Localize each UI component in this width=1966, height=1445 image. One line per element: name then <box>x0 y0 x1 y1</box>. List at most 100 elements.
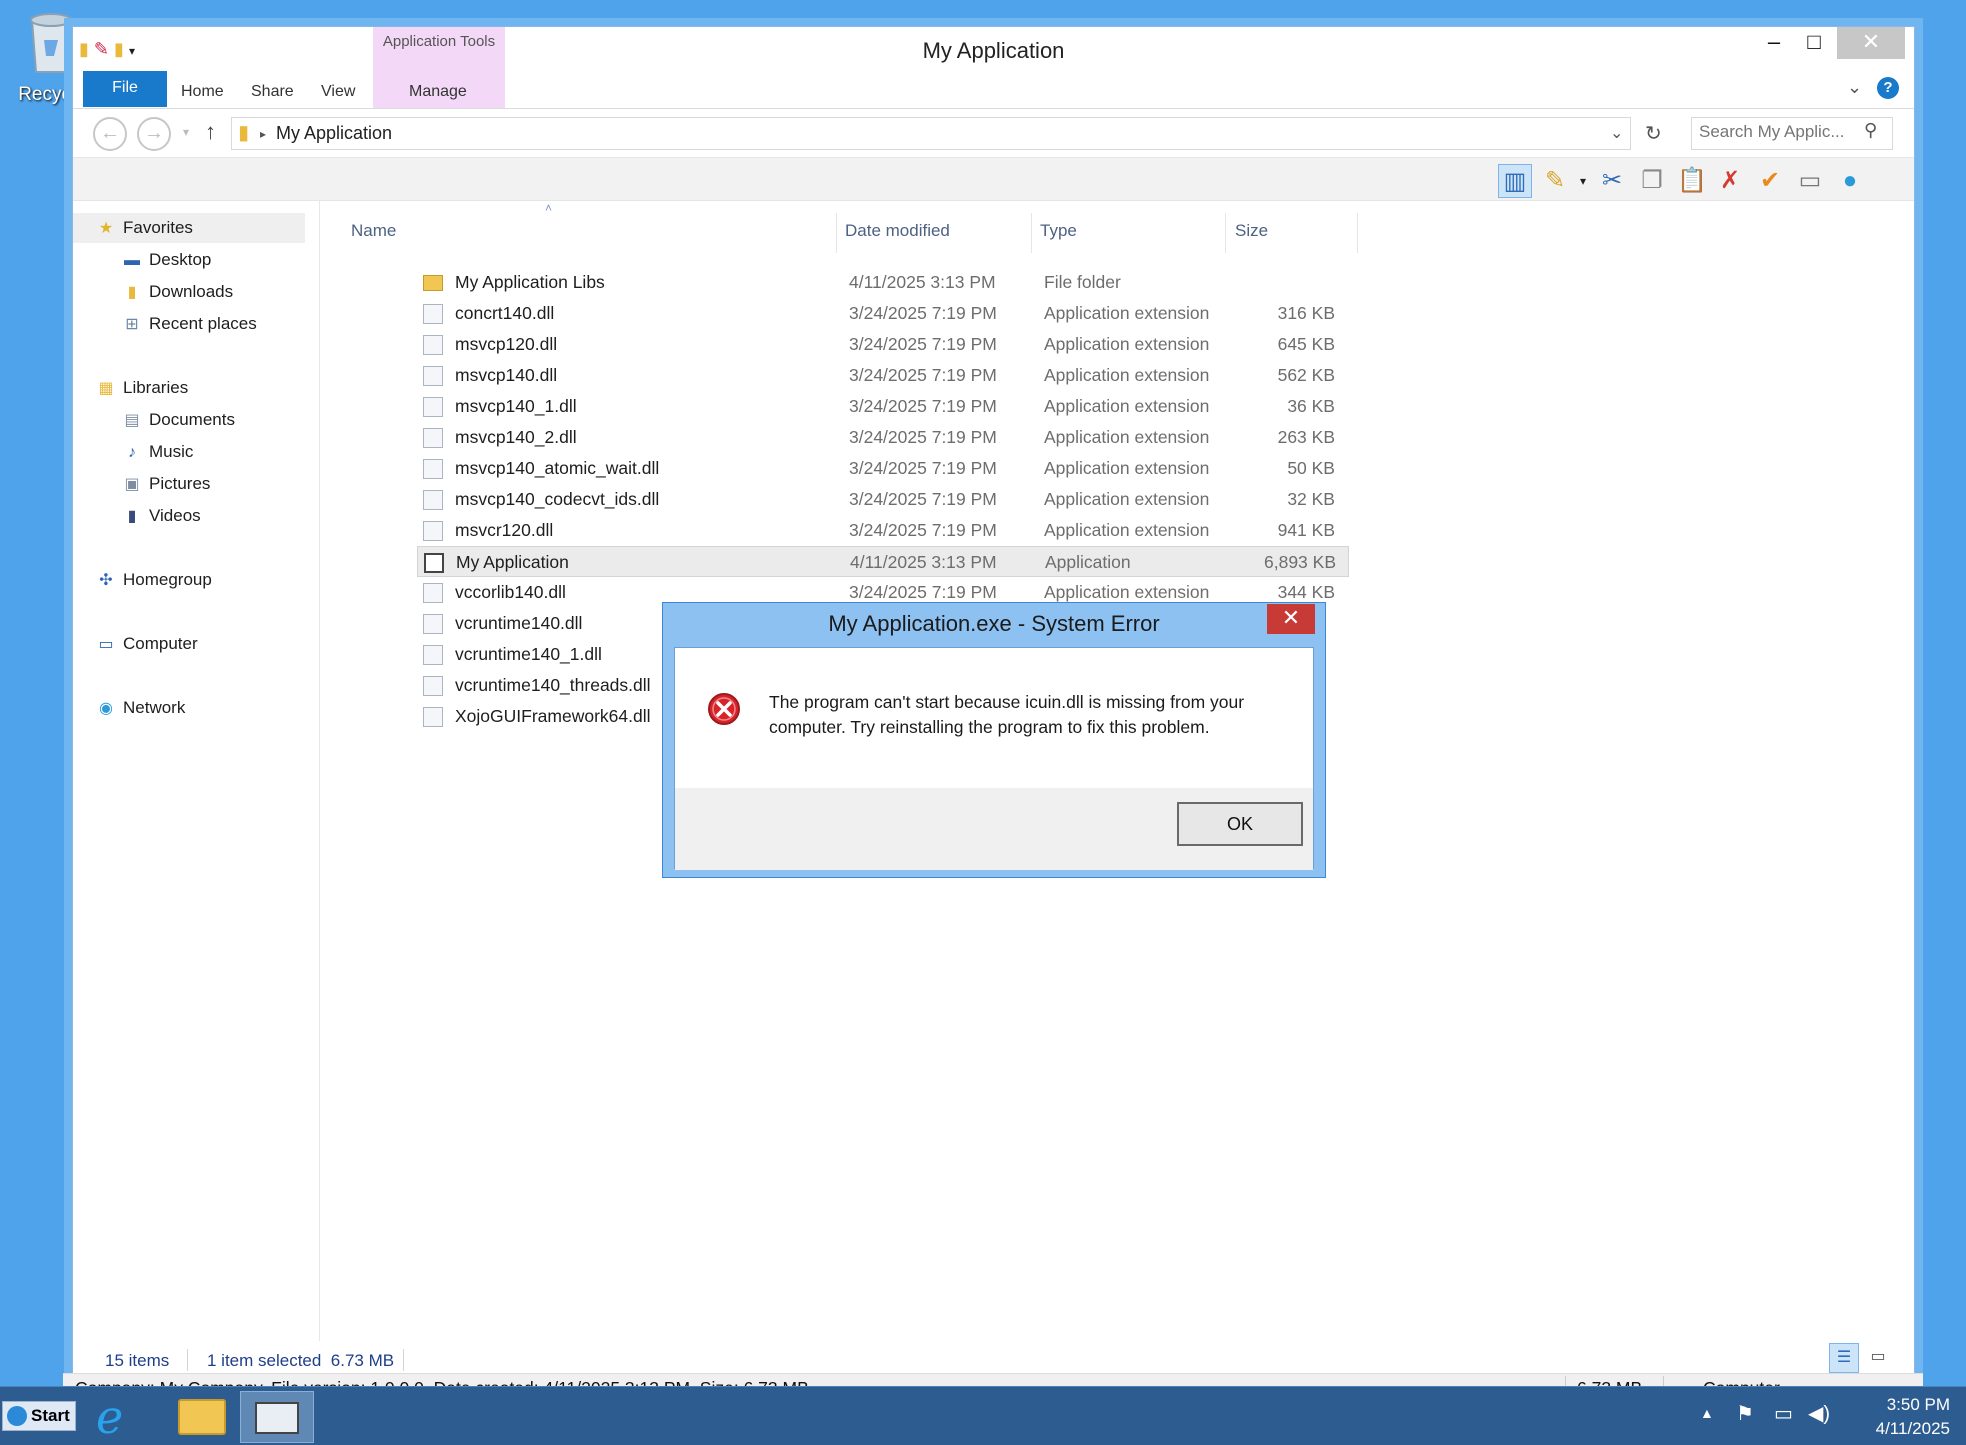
nav-favorites-label: Favorites <box>123 218 193 237</box>
volume-icon[interactable]: ◀) <box>1808 1401 1830 1426</box>
tab-manage[interactable]: Manage <box>409 71 467 107</box>
nav-homegroup[interactable]: ✣ Homegroup <box>95 566 212 594</box>
show-hidden-icons-icon[interactable]: ▲ <box>1700 1405 1714 1421</box>
dll-file-icon <box>423 428 443 448</box>
table-row[interactable]: msvcp140_2.dll 3/24/2025 7:19 PM Applicati… <box>417 422 1349 453</box>
table-row[interactable]: msvcp140_codecvt_ids.dll 3/24/2025 7:19 P… <box>417 484 1349 515</box>
file-name: vcruntime140_threads.dll <box>455 675 651 695</box>
file-date: 3/24/2025 7:19 PM <box>849 303 997 323</box>
folder-icon: ▮ <box>238 122 250 144</box>
copy-icon[interactable]: ❐ <box>1635 164 1669 198</box>
help-icon[interactable]: ? <box>1877 77 1899 99</box>
maximize-button[interactable]: □ <box>1785 27 1843 59</box>
dll-file-icon <box>423 676 443 696</box>
file-name: vcruntime140.dll <box>455 613 583 633</box>
column-header-type[interactable]: Type <box>1040 217 1077 245</box>
up-button[interactable]: ↑ <box>205 119 216 145</box>
internet-explorer-taskbar-button[interactable]: e <box>84 1391 158 1443</box>
my-application-taskbar-button[interactable] <box>240 1391 314 1443</box>
properties-icon[interactable]: ▭ <box>1793 164 1827 198</box>
file-date: 4/11/2025 3:13 PM <box>850 552 997 572</box>
table-row[interactable]: concrt140.dll 3/24/2025 7:19 PM Applicatio… <box>417 298 1349 329</box>
column-divider[interactable] <box>1225 213 1226 253</box>
network-globe-icon[interactable]: ● <box>1833 164 1867 198</box>
details-view-icon[interactable]: ☰ <box>1829 1343 1859 1373</box>
tab-file[interactable]: File <box>83 71 167 107</box>
column-divider[interactable] <box>1357 213 1358 253</box>
cut-icon[interactable]: ✂ <box>1595 164 1629 198</box>
table-row[interactable]: msvcp140_1.dll 3/24/2025 7:19 PM Applicati… <box>417 391 1349 422</box>
column-header-name[interactable]: Name <box>351 217 396 245</box>
tab-home[interactable]: Home <box>181 71 224 107</box>
dll-file-icon <box>423 304 443 324</box>
nav-videos-label: Videos <box>149 506 201 525</box>
recent-locations-icon[interactable]: ▾ <box>183 125 189 139</box>
nav-desktop[interactable]: ▬ Desktop <box>121 246 211 274</box>
breadcrumb-chevron-icon[interactable]: ▸ <box>260 119 266 149</box>
preview-pane-icon[interactable]: ▥ <box>1498 164 1532 198</box>
table-row[interactable]: My Application 4/11/2025 3:13 PM Applicati… <box>417 546 1349 577</box>
nav-music[interactable]: ♪ Music <box>121 438 193 466</box>
tab-share[interactable]: Share <box>251 71 294 107</box>
nav-favorites[interactable]: ★ Favorites <box>95 214 193 242</box>
column-header-date[interactable]: Date modified <box>845 217 950 245</box>
nav-downloads[interactable]: ▮ Downloads <box>121 278 234 306</box>
dll-file-icon <box>423 614 443 634</box>
nav-pictures[interactable]: ▣ Pictures <box>121 470 210 498</box>
nav-documents-label: Documents <box>149 410 235 429</box>
refresh-icon[interactable]: ↻ <box>1645 121 1662 146</box>
network-status-icon[interactable]: ▭ <box>1774 1401 1793 1426</box>
file-size: 263 KB <box>1277 427 1335 447</box>
dll-file-icon <box>423 583 443 603</box>
dialog-close-button[interactable]: ✕ <box>1267 604 1315 634</box>
file-size: 50 KB <box>1287 458 1335 478</box>
start-button[interactable]: Start <box>2 1401 76 1431</box>
column-header-size[interactable]: Size <box>1235 217 1268 245</box>
file-name: msvcp120.dll <box>455 334 558 354</box>
search-box[interactable]: ⚲ <box>1691 117 1893 150</box>
table-row[interactable]: msvcp140_atomic_wait.dll 3/24/2025 7:19 P… <box>417 453 1349 484</box>
dialog-title[interactable]: My Application.exe - System Error <box>663 603 1325 647</box>
nav-documents[interactable]: ▤ Documents <box>121 406 235 434</box>
nav-computer[interactable]: ▭ Computer <box>95 630 197 658</box>
table-row[interactable]: msvcp120.dll 3/24/2025 7:19 PM Application… <box>417 329 1349 360</box>
breadcrumb[interactable]: My Application <box>276 118 392 149</box>
paste-icon[interactable]: 📋 <box>1675 164 1709 198</box>
back-button[interactable]: ← <box>93 117 127 151</box>
forward-button[interactable]: → <box>137 117 171 151</box>
action-center-flag-icon[interactable]: ⚑ <box>1736 1401 1754 1426</box>
internet-explorer-icon: e <box>96 1390 124 1444</box>
start-orb-icon <box>7 1406 27 1426</box>
file-explorer-taskbar-button[interactable] <box>164 1391 238 1443</box>
large-icons-view-icon[interactable]: ▭ <box>1863 1343 1893 1373</box>
nav-videos[interactable]: ▮ Videos <box>121 502 201 530</box>
rename-check-icon[interactable]: ✔ <box>1753 164 1787 198</box>
expand-ribbon-icon[interactable]: ⌄ <box>1847 77 1862 98</box>
exe-file-icon <box>424 553 444 573</box>
system-clock[interactable]: 3:50 PM 4/11/2025 <box>1830 1393 1950 1441</box>
table-row[interactable]: msvcp140.dll 3/24/2025 7:19 PM Application… <box>417 360 1349 391</box>
table-row[interactable]: msvcr120.dll 3/24/2025 7:19 PM Application… <box>417 515 1349 546</box>
nav-libraries[interactable]: ▦ Libraries <box>95 374 188 402</box>
nav-recent-places[interactable]: ⊞ Recent places <box>121 310 256 338</box>
recent-places-icon: ⊞ <box>125 316 139 333</box>
window-title: My Application <box>922 38 1065 63</box>
column-divider[interactable] <box>1031 213 1032 253</box>
close-button[interactable]: ✕ <box>1837 27 1905 59</box>
nav-network[interactable]: ◉ Network <box>95 694 185 722</box>
file-type: Application <box>1045 552 1131 572</box>
column-divider[interactable] <box>836 213 837 253</box>
file-name: msvcp140.dll <box>455 365 558 385</box>
status-divider <box>187 1349 188 1371</box>
ok-button[interactable]: OK <box>1177 802 1303 846</box>
search-input[interactable] <box>1699 122 1859 142</box>
file-name: My Application <box>456 552 569 572</box>
address-dropdown-icon[interactable]: ⌄ <box>1610 118 1623 149</box>
search-icon[interactable]: ⚲ <box>1864 120 1877 141</box>
delete-icon[interactable]: ✗ <box>1713 164 1747 198</box>
table-row[interactable]: My Application Libs 4/11/2025 3:13 PM File… <box>417 267 1349 298</box>
tab-view[interactable]: View <box>321 71 355 107</box>
nav-libraries-label: Libraries <box>123 378 189 397</box>
address-bar[interactable]: ▮ ▸ My Application ⌄ <box>231 117 1631 150</box>
title-bar[interactable]: Application Tools ▮ ✎ ▮ ▾ My Application… <box>73 27 1914 109</box>
